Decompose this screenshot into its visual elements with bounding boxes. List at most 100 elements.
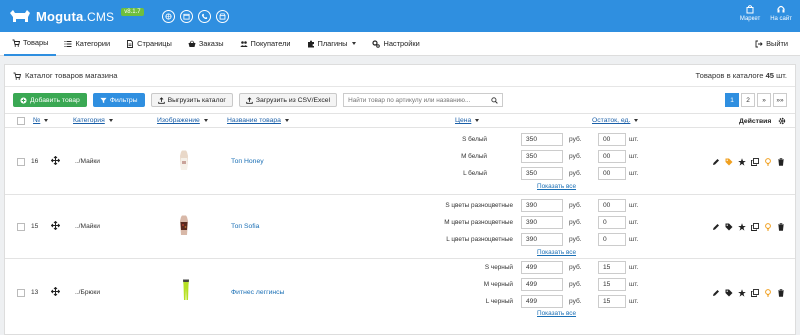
nav-categories[interactable]: Категории — [56, 32, 118, 56]
add-product-button[interactable]: Добавить товар — [13, 93, 87, 107]
price-input[interactable]: 390 — [521, 199, 563, 212]
sort-stock[interactable]: Остаток, ед. — [592, 117, 639, 124]
select-all-checkbox[interactable] — [17, 117, 25, 125]
trash-icon[interactable] — [777, 289, 785, 297]
price-input[interactable]: 350 — [521, 133, 563, 146]
show-all-variants-link[interactable]: Показать все — [537, 183, 576, 190]
price-input[interactable]: 499 — [521, 278, 563, 291]
nav-orders[interactable]: Заказы — [180, 32, 232, 56]
product-thumbnail[interactable] — [179, 279, 193, 303]
stock-input[interactable]: 15 — [598, 261, 626, 274]
copy-icon[interactable] — [751, 158, 759, 166]
sort-name[interactable]: Название товара — [227, 117, 289, 124]
calendar-icon[interactable] — [179, 9, 193, 23]
price-input[interactable]: 390 — [521, 233, 563, 246]
copy-icon[interactable] — [751, 289, 759, 297]
sort-price[interactable]: Цена — [455, 117, 480, 124]
unit-label: шт. — [629, 264, 639, 271]
row-checkbox[interactable] — [17, 158, 25, 166]
product-thumbnail[interactable] — [177, 215, 191, 239]
copy-icon[interactable] — [751, 223, 759, 231]
star-icon[interactable] — [738, 158, 746, 166]
sort-num[interactable]: № — [33, 117, 49, 124]
variant-name: L черный — [485, 298, 513, 305]
unit-label: шт. — [629, 153, 639, 160]
variant-name: S черный — [484, 264, 513, 271]
filters-button[interactable]: Фильтры — [92, 93, 145, 107]
edit-icon[interactable] — [712, 289, 720, 297]
stock-input[interactable]: 15 — [598, 295, 626, 308]
move-icon[interactable] — [50, 286, 61, 298]
stock-input[interactable]: 0 — [598, 216, 626, 229]
logout-button[interactable]: Выйти — [747, 32, 796, 56]
page-2[interactable]: 2 — [741, 93, 755, 107]
unit-label: шт. — [629, 219, 639, 226]
gear-icon[interactable] — [778, 117, 786, 125]
lightbulb-icon[interactable] — [764, 223, 772, 231]
shop-icon[interactable] — [215, 9, 229, 23]
tag-icon[interactable] — [725, 158, 733, 166]
search-icon[interactable] — [491, 96, 498, 104]
sort-image[interactable]: Изображение — [157, 117, 208, 124]
stock-input[interactable]: 00 — [598, 150, 626, 163]
nav-pages-label: Страницы — [137, 39, 172, 48]
stock-input[interactable]: 0 — [598, 233, 626, 246]
globe-icon[interactable] — [161, 9, 175, 23]
header-price: Цена — [455, 117, 472, 124]
trash-icon[interactable] — [777, 158, 785, 166]
move-icon[interactable] — [50, 220, 61, 232]
row-checkbox[interactable] — [17, 289, 25, 297]
variant-name: M черный — [483, 281, 513, 288]
star-icon[interactable] — [738, 223, 746, 231]
edit-icon[interactable] — [712, 223, 720, 231]
move-icon[interactable] — [50, 155, 61, 167]
price-input[interactable]: 390 — [521, 216, 563, 229]
site-link[interactable]: На сайт — [770, 4, 792, 22]
export-catalog-button[interactable]: Выгрузить каталог — [150, 93, 233, 107]
import-csv-button[interactable]: Загрузить из CSV/Excel — [238, 93, 338, 107]
product-search[interactable] — [343, 93, 504, 107]
nav-orders-label: Заказы — [198, 39, 224, 48]
stock-input[interactable]: 00 — [598, 133, 626, 146]
stock-input[interactable]: 00 — [598, 199, 626, 212]
trash-icon[interactable] — [777, 223, 785, 231]
sort-category[interactable]: Категория — [73, 117, 113, 124]
star-icon[interactable] — [738, 289, 746, 297]
search-input[interactable] — [348, 96, 492, 104]
edit-icon[interactable] — [712, 158, 720, 166]
nav-categories-label: Категории — [75, 39, 111, 48]
tag-icon[interactable] — [725, 289, 733, 297]
nav-plugins[interactable]: Плагины — [299, 32, 365, 56]
product-name-link[interactable]: Фитнес леггинсы — [231, 289, 284, 296]
price-input[interactable]: 499 — [521, 261, 563, 274]
tag-icon[interactable] — [725, 223, 733, 231]
row-checkbox[interactable] — [17, 223, 25, 231]
phone-icon[interactable] — [197, 9, 211, 23]
unit-label: шт. — [629, 170, 639, 177]
product-name-link[interactable]: Топ Honey — [231, 158, 264, 165]
lightbulb-icon[interactable] — [764, 158, 772, 166]
market-link[interactable]: Маркет — [740, 4, 760, 22]
price-input[interactable]: 350 — [521, 167, 563, 180]
unit-label: шт. — [629, 136, 639, 143]
nav-products[interactable]: Товары — [4, 32, 57, 56]
nav-pages[interactable]: Страницы — [118, 32, 180, 56]
header-category: Категория — [73, 117, 105, 124]
logo[interactable]: Moguta.CMS v8.1.7 — [8, 7, 144, 25]
page-1[interactable]: 1 — [725, 93, 739, 107]
show-all-variants-link[interactable]: Показать все — [537, 249, 576, 256]
price-input[interactable]: 499 — [521, 295, 563, 308]
product-name-link[interactable]: Топ Sofia — [231, 223, 259, 230]
nav-customers[interactable]: Покупатели — [232, 32, 299, 56]
quick-links — [161, 9, 229, 23]
variant-name: M белый — [461, 153, 487, 160]
lightbulb-icon[interactable] — [764, 289, 772, 297]
stock-input[interactable]: 00 — [598, 167, 626, 180]
product-thumbnail[interactable] — [177, 150, 191, 174]
page-last[interactable]: »» — [773, 93, 787, 107]
price-input[interactable]: 350 — [521, 150, 563, 163]
stock-input[interactable]: 15 — [598, 278, 626, 291]
nav-settings[interactable]: Настройки — [364, 32, 427, 56]
page-next[interactable]: » — [757, 93, 771, 107]
show-all-variants-link[interactable]: Показать все — [537, 310, 576, 317]
